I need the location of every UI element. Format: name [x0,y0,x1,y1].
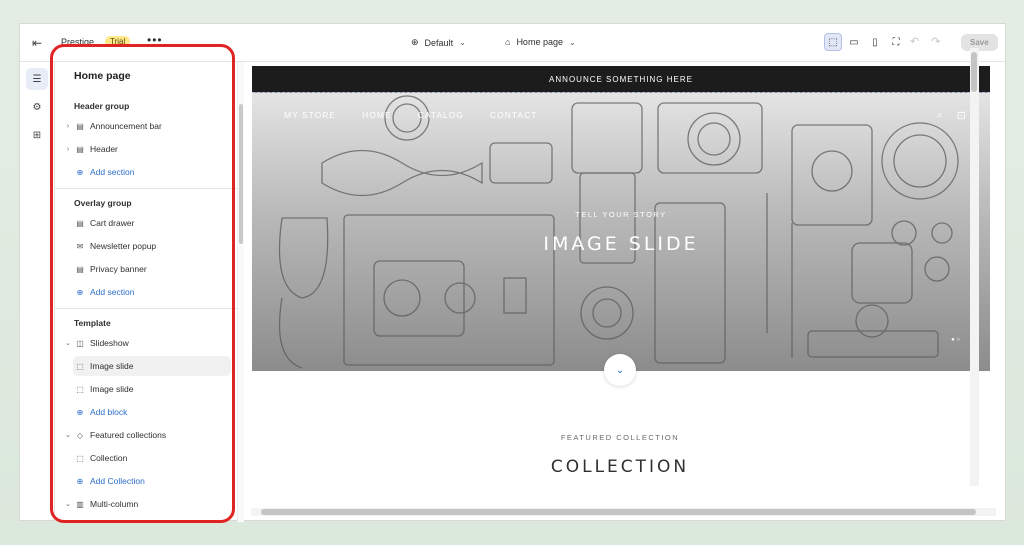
chevron-down-icon: ⌄ [568,37,576,47]
announcement-bar[interactable]: ANNOUNCE SOMETHING HERE [252,66,990,92]
home-icon: ⌂ [505,37,511,47]
highlight-outline [50,44,235,523]
hero-illustration [278,95,959,369]
chevron-down-icon: ⌄ [615,364,625,376]
fullscreen-icon[interactable]: ⛶ [887,33,905,51]
featured-subtitle: FEATURED COLLECTION [560,433,680,442]
page-label: Home page [516,37,563,47]
history-controls: ↶ ↷ [910,35,940,48]
globe-icon: ⊕ [411,37,419,47]
apps-icon[interactable]: ⊞ [26,124,48,146]
cart-icon[interactable]: ⊡ [957,109,966,122]
save-button[interactable]: Save [961,34,998,51]
gear-icon[interactable]: ⚙ [26,96,48,118]
mobile-icon[interactable]: ▯ [866,33,884,51]
nav-contact[interactable]: CONTACT [490,110,537,120]
nav-home[interactable]: HOME [362,110,392,120]
sidebar-scrollbar[interactable] [237,62,244,522]
search-icon[interactable]: ⌕ [937,109,943,122]
theme-selector[interactable]: ⊕ Default ⌄ [411,37,466,48]
view-toggle-group: ⬚ ▭ ▯ ⛶ [824,33,905,51]
store-preview: ANNOUNCE SOMETHING HERE MY STORE HOME CA… [251,62,996,508]
hero-title: IMAGE SLIDE [543,233,699,255]
redo-icon[interactable]: ↷ [931,35,940,48]
hero-subtitle: TELL YOUR STORY [575,210,667,219]
nav-store-name[interactable]: MY STORE [284,110,336,120]
undo-icon[interactable]: ↶ [910,35,919,48]
featured-title: COLLECTION [550,457,690,477]
slide-dots[interactable]: ● ○ [951,337,960,343]
scroll-down-button[interactable]: ⌄ [604,354,636,386]
page-selector[interactable]: ⌂ Home page ⌄ [505,37,576,47]
preview-vertical-scrollbar[interactable] [970,48,979,486]
sections-icon[interactable]: ☰ [26,68,48,90]
store-nav: MY STORE HOME CATALOG CONTACT [284,110,537,120]
nav-catalog[interactable]: CATALOG [418,110,464,120]
slideshow-hero[interactable]: MY STORE HOME CATALOG CONTACT ⌕ ⊡ TELL Y… [252,92,990,371]
inspector-icon[interactable]: ⬚ [824,33,842,51]
theme-label: Default [424,37,454,48]
preview-horizontal-scrollbar[interactable] [251,508,996,516]
chevron-down-icon: ⌄ [459,38,466,47]
exit-icon[interactable]: ⇤ [32,36,46,50]
store-header-icons: ⌕ ⊡ [937,109,966,122]
desktop-icon[interactable]: ▭ [845,33,863,51]
